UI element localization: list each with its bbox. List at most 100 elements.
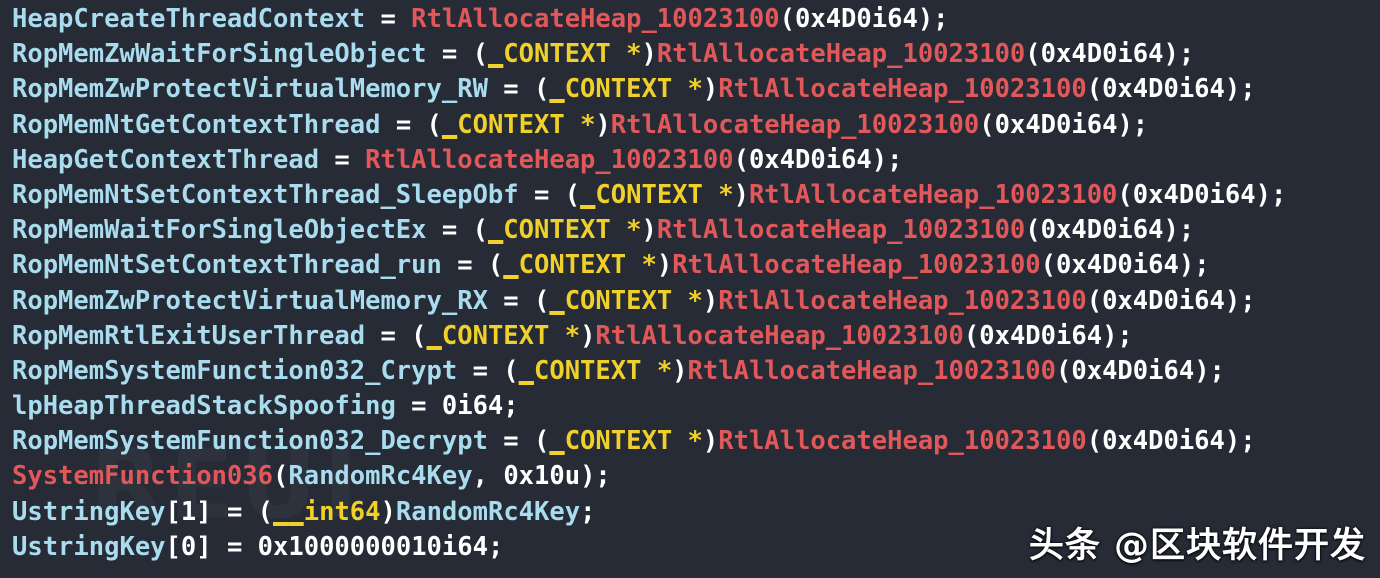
code-token-punct: ,	[472, 461, 504, 492]
code-token-type: CONTEXT *	[595, 179, 734, 210]
code-token-var: RopMemSystemFunction032_Crypt	[12, 355, 458, 386]
code-token-punct: (	[733, 144, 749, 175]
code-token-num: 0x4D0i64	[994, 109, 1118, 140]
code-token-type: CONTEXT *	[457, 109, 596, 140]
code-token-punct: =	[319, 144, 366, 175]
code-token-punct: (	[1025, 215, 1041, 246]
code-token-var: UstringKey	[12, 496, 166, 527]
code-token-num: 0x4D0i64	[748, 144, 872, 175]
code-token-punct: ] = (	[196, 496, 274, 527]
code-token-func: RtlAllocateHeap_10023100	[718, 426, 1087, 457]
code-line[interactable]: HeapGetContextThread = RtlAllocateHeap_1…	[0, 143, 1380, 178]
code-line[interactable]: RopMemNtSetContextThread_run = (_CONTEXT…	[0, 248, 1380, 283]
code-line[interactable]: RopMemRtlExitUserThread = (_CONTEXT *)Rt…	[0, 319, 1380, 354]
code-line[interactable]: HeapCreateThreadContext = RtlAllocateHea…	[0, 2, 1380, 37]
code-token-var: RopMemZwProtectVirtualMemory_RX	[12, 285, 488, 316]
code-token-punct: = (	[487, 74, 550, 105]
code-token-func: RtlAllocateHeap_10023100	[718, 285, 1087, 316]
code-token-type-under: _	[580, 179, 596, 210]
code-token-punct: );	[1224, 426, 1256, 457]
code-token-punct: );	[917, 4, 949, 34]
code-token-punct: = (	[457, 355, 519, 386]
code-token-var: HeapGetContextThread	[12, 144, 320, 175]
code-token-var: RandomRc4Key	[395, 496, 581, 527]
code-token-punct: );	[1224, 74, 1256, 105]
code-token-num: 0x4D0i64	[1071, 355, 1195, 386]
code-line[interactable]: RopMemWaitForSingleObjectEx = (_CONTEXT …	[0, 213, 1380, 248]
decompiler-pseudocode-window: REUI HeapCreateThreadContext = RtlAlloca…	[0, 0, 1380, 578]
code-token-type: CONTEXT *	[441, 320, 581, 351]
code-token-punct: [	[165, 531, 181, 562]
code-token-var: RopMemNtSetContextThread_run	[12, 250, 442, 281]
code-token-type: CONTEXT *	[503, 39, 642, 70]
code-line[interactable]: RopMemSystemFunction032_Decrypt = (_CONT…	[0, 424, 1380, 459]
code-line[interactable]: SystemFunction036(RandomRc4Key, 0x10u);	[0, 459, 1380, 494]
code-token-punct: = (	[426, 39, 488, 70]
code-token-punct: )	[641, 39, 657, 70]
channel-watermark: 头条 @区块软件开发	[1028, 526, 1366, 566]
code-token-punct: = (	[380, 109, 442, 140]
code-token-punct: );	[1163, 39, 1195, 70]
code-token-num: 0i64	[441, 391, 504, 422]
code-token-type-under: _	[487, 215, 504, 246]
code-listing[interactable]: HeapCreateThreadContext = RtlAllocateHea…	[0, 0, 1380, 565]
code-token-var: RopMemZwWaitForSingleObject	[12, 39, 427, 70]
code-token-punct: (	[1040, 250, 1057, 281]
code-token-punct: = (	[487, 285, 550, 316]
code-token-type: CONTEXT *	[534, 355, 673, 386]
code-token-punct: )	[580, 320, 596, 351]
code-token-var: RopMemWaitForSingleObjectEx	[12, 215, 427, 246]
code-token-punct: (	[1086, 74, 1103, 105]
code-line[interactable]: RopMemZwWaitForSingleObject = (_CONTEXT …	[0, 37, 1380, 72]
code-token-num: 0x4D0i64	[1102, 426, 1225, 457]
code-token-num: 0x1000000010i64	[257, 531, 488, 562]
code-token-func: RtlAllocateHeap_10023100	[656, 39, 1026, 70]
code-token-num: 0x4D0i64	[979, 320, 1103, 351]
code-token-num: 1	[180, 496, 197, 527]
code-token-punct: )	[380, 496, 396, 527]
code-token-type: CONTEXT *	[503, 215, 642, 246]
code-token-func: RtlAllocateHeap_10023100	[718, 74, 1087, 105]
code-token-type: CONTEXT *	[564, 285, 703, 316]
code-token-type-under: _	[487, 39, 504, 70]
code-token-punct: )	[595, 109, 611, 140]
code-token-num: 0x4D0i64	[1056, 250, 1179, 281]
code-token-num: 0x4D0i64	[1040, 215, 1164, 246]
code-token-punct: = (	[518, 179, 581, 210]
code-token-type: CONTEXT *	[564, 426, 703, 457]
code-token-punct: );	[1117, 109, 1149, 140]
code-token-type: int64	[303, 496, 381, 527]
code-token-punct: ;	[503, 391, 519, 422]
code-token-type-under: _	[441, 109, 458, 140]
code-token-punct: (	[273, 461, 289, 492]
code-token-func: RtlAllocateHeap_10023100	[595, 320, 964, 351]
code-token-func: RtlAllocateHeap_10023100	[672, 250, 1041, 281]
code-line[interactable]: RopMemNtGetContextThread = (_CONTEXT *)R…	[0, 108, 1380, 143]
code-token-punct: );	[1194, 355, 1225, 386]
code-line[interactable]: RopMemZwProtectVirtualMemory_RW = (_CONT…	[0, 72, 1380, 107]
code-token-func: RtlAllocateHeap_10023100	[411, 4, 780, 34]
code-token-type-under: _	[518, 355, 534, 386]
code-token-type-under: _	[426, 320, 442, 351]
code-token-var: RopMemRtlExitUserThread	[12, 320, 366, 351]
code-line[interactable]: RopMemSystemFunction032_Crypt = (_CONTEX…	[0, 354, 1380, 389]
code-token-punct: (	[1117, 179, 1133, 210]
code-token-punct: );	[580, 461, 611, 492]
code-token-punct: );	[1255, 179, 1287, 210]
code-token-num: 0x4D0i64	[1040, 39, 1164, 70]
code-token-punct: );	[1224, 285, 1256, 316]
code-line[interactable]: RopMemNtSetContextThread_SleepObf = (_CO…	[0, 178, 1380, 213]
code-token-type-under: _	[549, 74, 565, 105]
code-token-punct: );	[1178, 250, 1210, 281]
code-token-punct: ] =	[196, 531, 258, 562]
code-token-punct: = (	[487, 426, 550, 457]
code-token-num: 0x4D0i64	[1132, 179, 1256, 210]
code-line[interactable]: lpHeapThreadStackSpoofing = 0i64;	[0, 389, 1380, 424]
code-token-punct: )	[672, 355, 688, 386]
code-token-type: CONTEXT *	[564, 74, 703, 105]
code-line[interactable]: RopMemZwProtectVirtualMemory_RX = (_CONT…	[0, 284, 1380, 319]
code-token-func: RtlAllocateHeap_10023100	[610, 109, 980, 140]
code-token-punct: (	[1025, 39, 1041, 70]
code-token-var: RopMemNtGetContextThread	[12, 109, 381, 140]
code-token-num: 0x10u	[503, 461, 581, 492]
